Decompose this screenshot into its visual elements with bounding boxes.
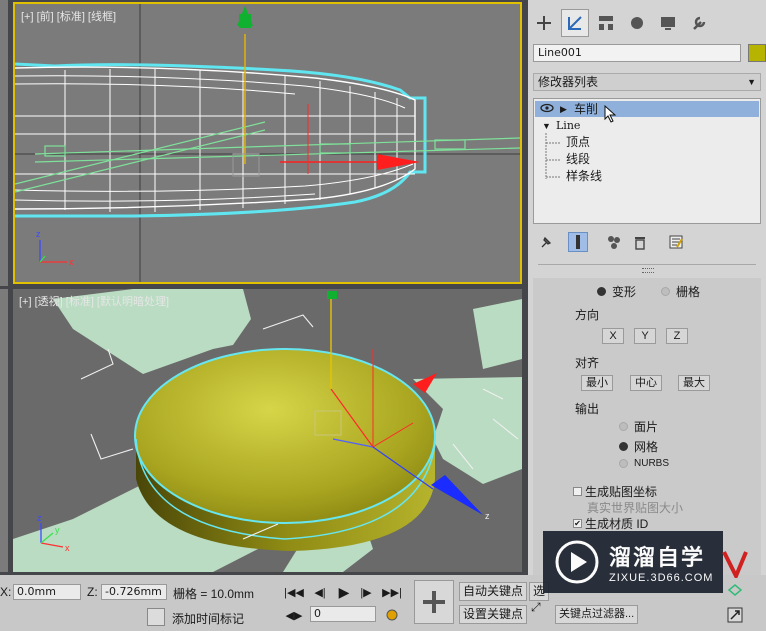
modifier-list-dropdown[interactable]: 修改器列表 ▼: [533, 73, 761, 91]
modify-icon: [568, 16, 582, 30]
chevron-down-icon: ▼: [747, 77, 756, 87]
front-viewport[interactable]: z x [+] [前] [标准] [线框]: [13, 2, 522, 284]
set-key-big-button[interactable]: [414, 580, 454, 624]
add-time-tag[interactable]: 添加时间标记: [172, 610, 244, 627]
set-key-button[interactable]: 设置关键点: [459, 605, 528, 624]
watermark-red-mark: [722, 551, 748, 578]
svg-text:z: z: [485, 511, 490, 521]
object-name-field[interactable]: Line001: [533, 44, 741, 62]
display-tab[interactable]: [654, 9, 682, 37]
modifier-stack[interactable]: ▶ 车削 ▼ Line 顶点 线段 样条线: [533, 98, 761, 224]
svg-text:z: z: [36, 229, 41, 239]
svg-text:y: y: [55, 525, 60, 535]
motion-tab[interactable]: [623, 9, 651, 37]
time-tag-icon[interactable]: [147, 608, 165, 626]
output-patch-radio[interactable]: 面片: [619, 418, 658, 435]
grid-radio[interactable]: 栅格: [661, 283, 700, 300]
watermark-url: ZIXUE.3D66.COM: [609, 572, 714, 584]
key-mode-toggle-icon[interactable]: ◀▶: [284, 606, 304, 624]
direction-z-button[interactable]: Z: [666, 328, 688, 344]
collapse-arrow-icon[interactable]: ▼: [542, 118, 551, 134]
mouse-cursor-icon: [604, 105, 617, 123]
modify-tab[interactable]: [561, 9, 589, 37]
direction-group-label: 方向: [575, 308, 600, 322]
key-filters-button[interactable]: 关键点过滤器...: [555, 605, 639, 624]
output-group-label: 输出: [575, 402, 600, 416]
stack-selection-highlight: [535, 101, 759, 117]
motion-icon: [631, 17, 643, 29]
z-coord-field[interactable]: -0.726mm: [101, 584, 167, 600]
divider: [538, 264, 756, 265]
stack-item-vertex[interactable]: 顶点: [566, 134, 590, 150]
svg-text:z: z: [37, 513, 42, 523]
front-viewport-scene: z x: [15, 4, 520, 282]
expand-arrow-icon[interactable]: ▶: [560, 101, 567, 117]
stack-item-lathe[interactable]: 车削: [574, 101, 598, 117]
direction-x-button[interactable]: X: [602, 328, 624, 344]
time-config-icon[interactable]: [382, 606, 402, 624]
gen-map-coords-checkbox[interactable]: 生成贴图坐标: [573, 483, 657, 500]
command-panel: Line001 修改器列表 ▼ ▶ 车削 ▼ Line 顶点 线段 样条线 变形: [528, 0, 766, 575]
show-end-result-icon[interactable]: [568, 232, 588, 252]
direction-y-button[interactable]: Y: [634, 328, 656, 344]
align-max-button[interactable]: 最大: [678, 375, 710, 391]
remove-modifier-icon[interactable]: [630, 232, 650, 252]
display-icon: [661, 17, 675, 30]
go-to-end-icon[interactable]: ▶▶|: [382, 583, 402, 601]
configure-sets-icon[interactable]: [666, 232, 686, 252]
align-center-button[interactable]: 中心: [630, 375, 662, 391]
maximize-viewport-icon[interactable]: [726, 606, 744, 624]
utilities-tab[interactable]: [685, 9, 713, 37]
output-mesh-radio[interactable]: 网格: [619, 438, 658, 455]
modifier-list-label: 修改器列表: [538, 75, 599, 89]
z-coord-label: Z:: [87, 585, 98, 599]
grid-size-text: 栅格 = 10.0mm: [173, 587, 255, 601]
next-frame-icon[interactable]: |▶: [356, 583, 376, 601]
go-to-start-icon[interactable]: |◀◀: [284, 583, 304, 601]
align-group-label: 对齐: [575, 356, 600, 370]
auto-key-button[interactable]: 自动关键点: [459, 582, 528, 601]
object-color-swatch[interactable]: [748, 44, 766, 62]
prev-frame-icon[interactable]: ◀|: [310, 583, 330, 601]
create-tab[interactable]: [530, 9, 558, 37]
watermark-brand: 溜溜自学: [609, 545, 706, 570]
stack-item-spline[interactable]: 样条线: [566, 168, 602, 184]
front-viewport-label[interactable]: [+] [前] [标准] [线框]: [21, 8, 116, 24]
svg-text:x: x: [65, 543, 70, 553]
rollout-grip[interactable]: [642, 268, 654, 273]
align-min-button[interactable]: 最小: [581, 375, 613, 391]
eye-icon[interactable]: [540, 101, 554, 117]
current-frame-field[interactable]: 0: [310, 606, 376, 622]
x-coord-field[interactable]: 0.0mm: [13, 584, 81, 600]
viewport-edge: [0, 0, 8, 286]
real-world-map-size-checkbox[interactable]: 真实世界贴图大小: [587, 499, 683, 516]
stack-item-segment[interactable]: 线段: [566, 151, 590, 167]
play-icon[interactable]: ▶: [334, 583, 354, 601]
perspective-viewport[interactable]: z z x y [+] [透视] [标准] [默认明暗处理]: [13, 289, 522, 572]
output-nurbs-radio[interactable]: NURBS: [619, 458, 669, 469]
wrench-icon: [693, 16, 706, 30]
zoom-icon[interactable]: ⤢: [531, 600, 541, 615]
x-coord-label: X:: [0, 585, 12, 599]
deform-radio[interactable]: 变形: [597, 283, 636, 300]
hierarchy-tab[interactable]: [592, 9, 620, 37]
tree-lines: [545, 133, 560, 179]
make-unique-icon[interactable]: [604, 232, 624, 252]
play-logo-icon: [555, 540, 599, 584]
hierarchy-icon: [599, 16, 613, 30]
gen-material-id-checkbox[interactable]: ✔ 生成材质 ID: [573, 515, 648, 532]
key-icon: [423, 591, 445, 613]
pin-stack-icon[interactable]: [536, 232, 556, 252]
svg-text:x: x: [69, 257, 74, 267]
perspective-viewport-scene: z z x y: [13, 289, 522, 572]
orbit-icon[interactable]: [726, 582, 744, 598]
perspective-viewport-label[interactable]: [+] [透视] [标准] [默认明暗处理]: [19, 293, 169, 309]
viewport-edge: [0, 289, 8, 572]
watermark-logo: 溜溜自学 ZIXUE.3D66.COM: [543, 531, 723, 593]
create-icon: [537, 16, 551, 30]
stack-item-line[interactable]: Line: [556, 118, 580, 134]
